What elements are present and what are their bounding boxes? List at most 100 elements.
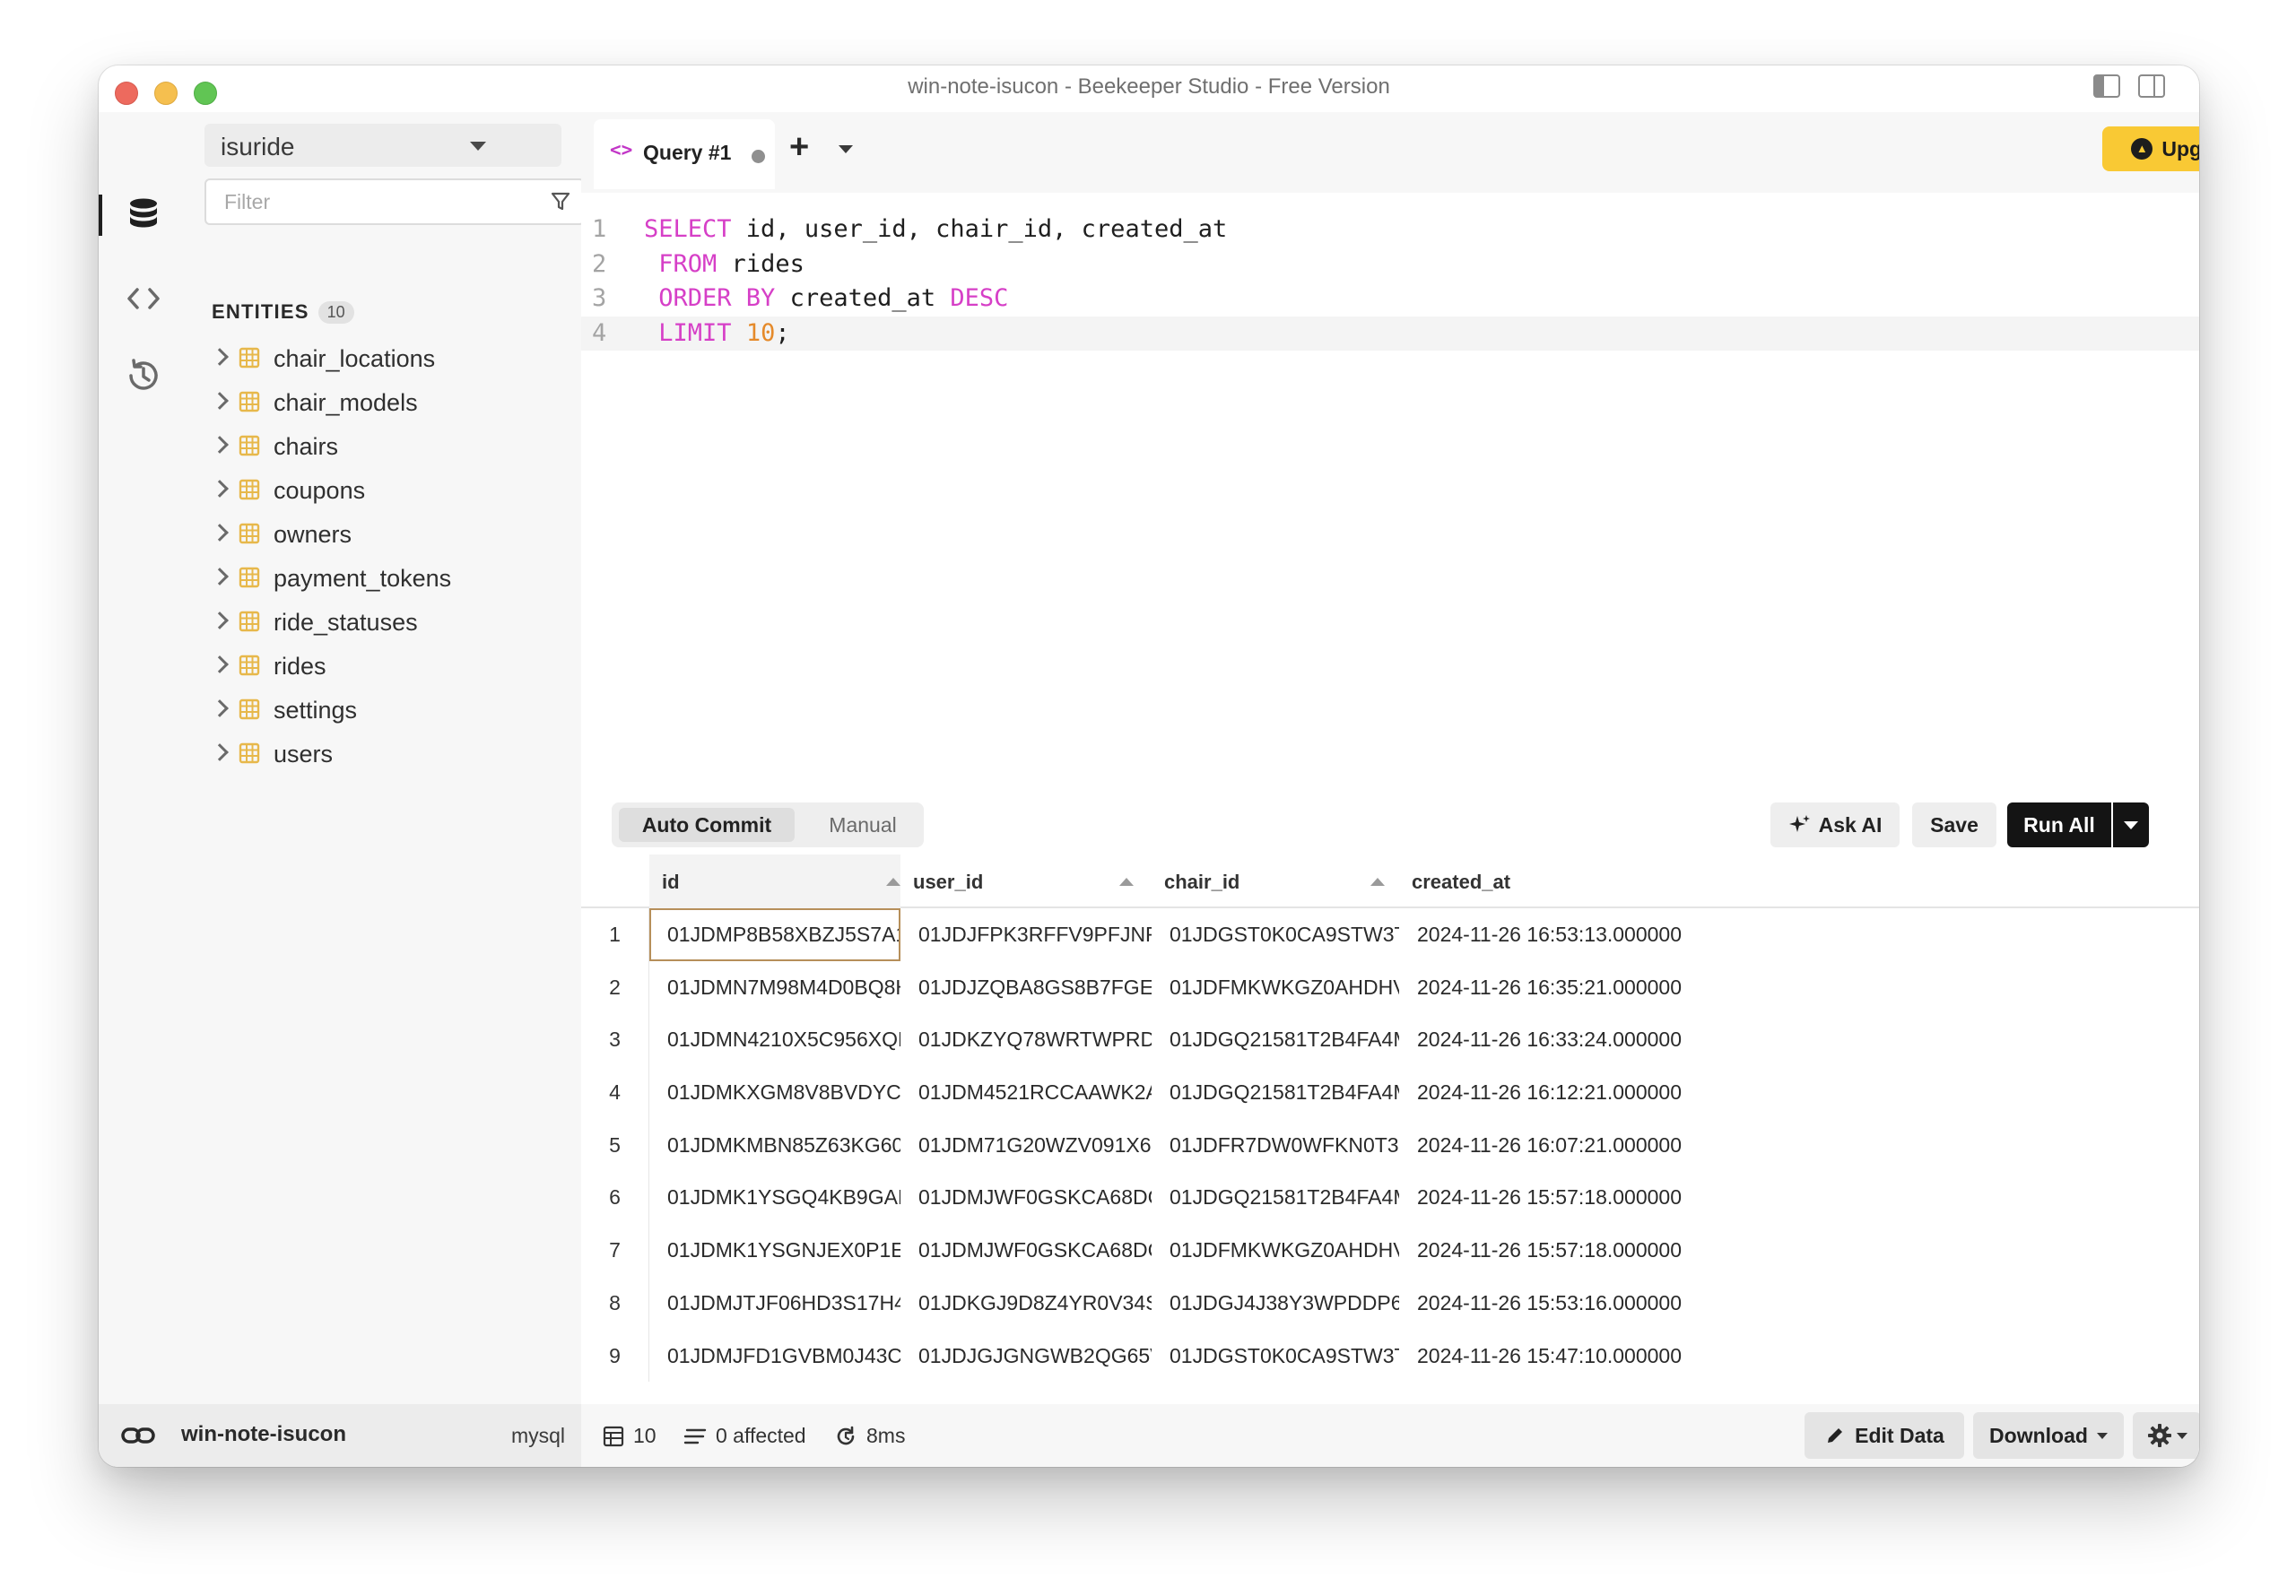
filter-icon[interactable] xyxy=(551,191,570,217)
cell-created-at[interactable]: 2024-11-26 16:53:13.000000 xyxy=(1399,908,2199,961)
auto-commit-button[interactable]: Auto Commit xyxy=(619,808,795,842)
cell-user-id[interactable]: 01JDJGJGNGWB2QG65V8BHMCNJA xyxy=(900,1330,1152,1383)
save-button[interactable]: Save xyxy=(1912,802,1996,847)
code-line[interactable]: 4 LIMIT 10; xyxy=(581,317,2199,351)
chevron-right-icon[interactable] xyxy=(211,655,229,673)
chevron-right-icon[interactable] xyxy=(211,392,229,410)
cell-id[interactable]: 01JDMN4210X5C956XQE6155VY3 xyxy=(649,1013,900,1066)
cell-id[interactable]: 01JDMK1YSGNJEX0P1EDRETCDGC xyxy=(649,1224,900,1277)
cell-user-id[interactable]: 01JDMJWF0GSKCA68DC74SXPVPT xyxy=(900,1224,1152,1277)
cell-id[interactable]: 01JDMJFD1GVBM0J43C7QQF0CYC xyxy=(649,1330,900,1383)
cell-id[interactable]: 01JDMJTJF06HD3S17H4VWJAZKP xyxy=(649,1277,900,1330)
table-row[interactable]: 501JDMKMBN85Z63KG60G06AGCQ401JDM71G20WZV… xyxy=(581,1118,2199,1172)
cell-user-id[interactable]: 01JDKGJ9D8Z4YR0V34S74FNTSH xyxy=(900,1277,1152,1330)
cell-user-id[interactable]: 01JDJZQBA8GS8B7FGEJGSVHJDD xyxy=(900,961,1152,1014)
database-icon[interactable] xyxy=(118,189,169,239)
sql-editor[interactable]: 1 SELECT id, user_id, chair_id, created_a… xyxy=(581,193,2199,820)
settings-menu-button[interactable] xyxy=(2133,1412,2199,1459)
entity-ride_statuses[interactable]: ride_statuses xyxy=(188,600,581,644)
table-row[interactable]: 901JDMJFD1GVBM0J43C7QQF0CYC01JDJGJGNGWB2… xyxy=(581,1329,2199,1383)
cell-id[interactable]: 01JDMKXGM8V8BVDYCQXGBG404E xyxy=(649,1066,900,1119)
entity-settings[interactable]: settings xyxy=(188,688,581,732)
toggle-sidebar-icon[interactable] xyxy=(2093,74,2120,98)
table-row[interactable]: 801JDMJTJF06HD3S17H4VWJAZKP01JDKGJ9D8Z4Y… xyxy=(581,1276,2199,1330)
code-line[interactable]: 1 SELECT id, user_id, chair_id, created_a… xyxy=(581,213,2199,247)
table-row[interactable]: 301JDMN4210X5C956XQE6155VY301JDKZYQ78WRT… xyxy=(581,1013,2199,1067)
history-icon[interactable] xyxy=(118,351,169,401)
sort-arrow-icon[interactable] xyxy=(886,878,900,886)
cell-created-at[interactable]: 2024-11-26 16:12:21.000000 xyxy=(1399,1066,2199,1119)
sort-arrow-icon[interactable] xyxy=(1370,878,1385,886)
chevron-right-icon[interactable] xyxy=(211,436,229,454)
entity-rides[interactable]: rides xyxy=(188,644,581,688)
run-options-chevron-icon[interactable] xyxy=(2113,802,2149,847)
entity-chairs[interactable]: chairs xyxy=(188,424,581,468)
cell-created-at[interactable]: 2024-11-26 16:07:21.000000 xyxy=(1399,1119,2199,1172)
cell-created-at[interactable]: 2024-11-26 16:35:21.000000 xyxy=(1399,961,2199,1014)
table-row[interactable]: 101JDMP8B58XBZJ5S7A1NW9DSZV01JDJFPK3RFFV… xyxy=(581,908,2199,961)
table-row[interactable]: 601JDMK1YSGQ4KB9GAD7C1613GQ01JDMJWF0GSKC… xyxy=(581,1171,2199,1225)
entity-payment_tokens[interactable]: payment_tokens xyxy=(188,556,581,600)
cell-user-id[interactable]: 01JDKZYQ78WRTWPRDNS6BTKEAD xyxy=(900,1013,1152,1066)
chevron-right-icon[interactable] xyxy=(211,699,229,717)
ask-ai-button[interactable]: Ask AI xyxy=(1770,802,1900,847)
cell-user-id[interactable]: 01JDM4521RCCAAWK2AVPKSW8GP xyxy=(900,1066,1152,1119)
cell-created-at[interactable]: 2024-11-26 15:57:18.000000 xyxy=(1399,1171,2199,1224)
cell-chair-id[interactable]: 01JDFMKWKGZ0AHDHVS375ESFA2 xyxy=(1152,961,1399,1014)
entity-owners[interactable]: owners xyxy=(188,512,581,556)
cell-chair-id[interactable]: 01JDGQ21581T2B4FA4MRNHS3Y2 xyxy=(1152,1171,1399,1224)
chevron-right-icon[interactable] xyxy=(211,348,229,366)
cell-chair-id[interactable]: 01JDGQ21581T2B4FA4MRNHS3Y2 xyxy=(1152,1013,1399,1066)
table-row[interactable]: 401JDMKXGM8V8BVDYCQXGBG404E01JDM4521RCCA… xyxy=(581,1066,2199,1119)
unsaved-dot-icon[interactable] xyxy=(752,150,765,163)
tab-menu-chevron-icon[interactable] xyxy=(839,145,853,153)
cell-chair-id[interactable]: 01JDFMKWKGZ0AHDHVS375ESFA2 xyxy=(1152,1224,1399,1277)
table-row[interactable]: 201JDMN7M98M4D0BQ8H0SDH14FZ01JDJZQBA8GS8… xyxy=(581,960,2199,1014)
cell-id[interactable]: 01JDMKMBN85Z63KG60G06AGCQ4 xyxy=(649,1119,900,1172)
chevron-right-icon[interactable] xyxy=(211,524,229,542)
database-select[interactable]: isuride xyxy=(204,124,561,167)
edit-data-button[interactable]: Edit Data xyxy=(1805,1412,1964,1459)
manual-commit-button[interactable]: Manual xyxy=(809,808,917,842)
cell-created-at[interactable]: 2024-11-26 16:33:24.000000 xyxy=(1399,1013,2199,1066)
cell-user-id[interactable]: 01JDM71G20WZV091X685W17KYK xyxy=(900,1119,1152,1172)
cell-chair-id[interactable]: 01JDGST0K0CA9STW3TDMX0XYF4 xyxy=(1152,908,1399,961)
code-icon[interactable] xyxy=(118,273,169,324)
cell-id[interactable]: 01JDMN7M98M4D0BQ8H0SDH14FZ xyxy=(649,961,900,1014)
chevron-right-icon[interactable] xyxy=(211,612,229,629)
cell-chair-id[interactable]: 01JDGJ4J38Y3WPDDP6MRYXFT83 xyxy=(1152,1277,1399,1330)
toggle-panel-icon[interactable] xyxy=(2138,74,2165,98)
chevron-right-icon[interactable] xyxy=(211,743,229,761)
cell-id[interactable]: 01JDMP8B58XBZJ5S7A1NW9DSZV xyxy=(649,908,900,961)
column-header-user-id[interactable]: user_id xyxy=(900,854,1152,908)
cell-created-at[interactable]: 2024-11-26 15:53:16.000000 xyxy=(1399,1277,2199,1330)
cell-chair-id[interactable]: 01JDGQ21581T2B4FA4MRNHS3Y2 xyxy=(1152,1066,1399,1119)
code-line[interactable]: 2 FROM rides xyxy=(581,247,2199,282)
cell-user-id[interactable]: 01JDMJWF0GSKCA68DC74SXPVPT xyxy=(900,1171,1152,1224)
chevron-right-icon[interactable] xyxy=(211,568,229,585)
column-header-created-at[interactable]: created_at xyxy=(1399,854,1677,908)
cell-chair-id[interactable]: 01JDFR7DW0WFKN0T3CK2EKRADD xyxy=(1152,1119,1399,1172)
connection-status[interactable]: win-note-isucon mysql xyxy=(99,1404,581,1467)
cell-created-at[interactable]: 2024-11-26 15:57:18.000000 xyxy=(1399,1224,2199,1277)
column-header-chair-id[interactable]: chair_id xyxy=(1152,854,1399,908)
entity-users[interactable]: users xyxy=(188,732,581,776)
column-header-id[interactable]: id xyxy=(649,854,900,908)
upgrade-button[interactable]: ▲ Upgrade xyxy=(2102,126,2199,171)
sort-arrow-icon[interactable] xyxy=(1119,878,1134,886)
run-all-button[interactable]: Run All xyxy=(2007,802,2111,847)
cell-id[interactable]: 01JDMK1YSGQ4KB9GAD7C1613GQ xyxy=(649,1171,900,1224)
chevron-right-icon[interactable] xyxy=(211,480,229,498)
cell-user-id[interactable]: 01JDJFPK3RFFV9PFJNFW9MK7DJ xyxy=(900,908,1152,961)
cell-created-at[interactable]: 2024-11-26 15:47:10.000000 xyxy=(1399,1330,2199,1383)
entity-coupons[interactable]: coupons xyxy=(188,468,581,512)
table-row[interactable]: 701JDMK1YSGNJEX0P1EDRETCDGC01JDMJWF0GSKC… xyxy=(581,1224,2199,1277)
entity-chair_models[interactable]: chair_models xyxy=(188,380,581,424)
entity-chair_locations[interactable]: chair_locations xyxy=(188,336,581,380)
download-button[interactable]: Download xyxy=(1973,1412,2124,1459)
filter-input[interactable] xyxy=(206,180,529,223)
tab-query-1[interactable]: <> Query #1 xyxy=(594,119,775,189)
new-tab-button[interactable]: + xyxy=(789,130,809,164)
code-line[interactable]: 3 ORDER BY created_at DESC xyxy=(581,282,2199,316)
cell-chair-id[interactable]: 01JDGST0K0CA9STW3TDMX0XYF4 xyxy=(1152,1330,1399,1383)
